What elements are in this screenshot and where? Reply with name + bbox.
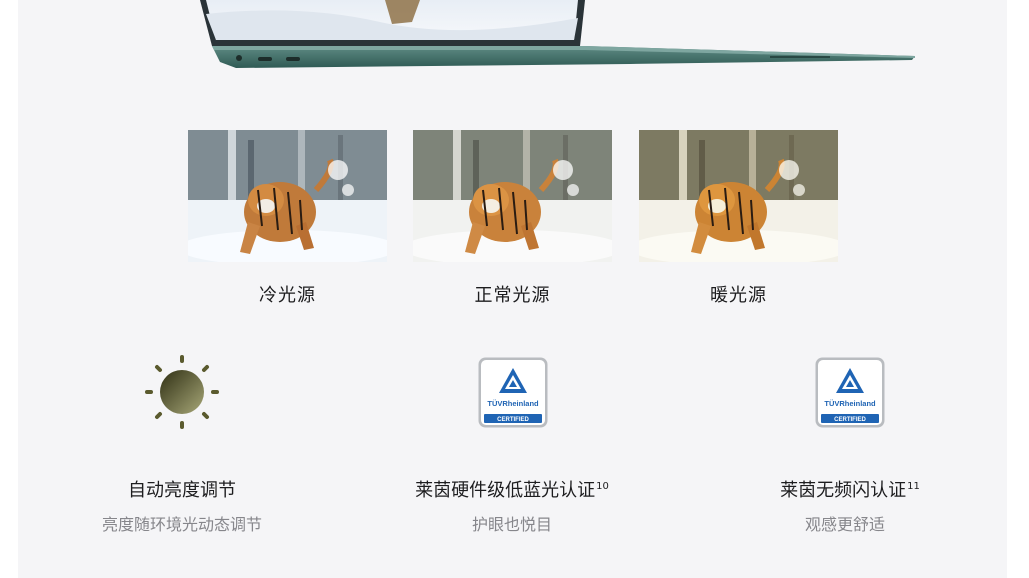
tuv-certified-text: CERTIFIED bbox=[834, 417, 866, 423]
feature-title-text: 自动亮度调节 bbox=[128, 480, 236, 501]
feature-title-low-blue-light: 莱茵硬件级低蓝光认证10 bbox=[362, 476, 662, 502]
tuv-certified-text: CERTIFIED bbox=[497, 417, 529, 423]
feature-title-text: 莱茵无频闪认证 bbox=[780, 480, 907, 501]
tuv-certified-icon: TÜVRheinland CERTIFIED bbox=[815, 357, 885, 428]
footnote-ref: 11 bbox=[907, 481, 920, 492]
feature-subtitle-low-blue-light: 护眼也悦目 bbox=[471, 515, 552, 534]
light-mode-label-cool: 冷光源 bbox=[259, 285, 316, 306]
feature-title-auto-brightness: 自动亮度调节 bbox=[32, 476, 332, 502]
photo-warm-light bbox=[639, 130, 838, 262]
photo-normal-light bbox=[413, 130, 612, 262]
feature-title-flicker-free: 莱茵无频闪认证11 bbox=[700, 476, 1000, 502]
tuv-certified-icon: TÜVRheinland CERTIFIED bbox=[478, 357, 548, 428]
footnote-ref: 10 bbox=[596, 481, 609, 492]
light-mode-label-normal: 正常光源 bbox=[474, 285, 551, 306]
photo-cool-light bbox=[188, 130, 387, 262]
sun-icon bbox=[145, 355, 219, 429]
tuv-brand-text: TÜVRheinland bbox=[487, 399, 539, 408]
light-mode-label-warm: 暖光源 bbox=[710, 285, 767, 306]
feature-subtitle-auto-brightness: 亮度随环境光动态调节 bbox=[101, 515, 262, 534]
laptop-image bbox=[200, 0, 915, 68]
feature-title-text: 莱茵硬件级低蓝光认证 bbox=[415, 480, 596, 501]
feature-subtitle-flicker-free: 观感更舒适 bbox=[804, 515, 885, 534]
tuv-brand-text: TÜVRheinland bbox=[824, 399, 876, 408]
